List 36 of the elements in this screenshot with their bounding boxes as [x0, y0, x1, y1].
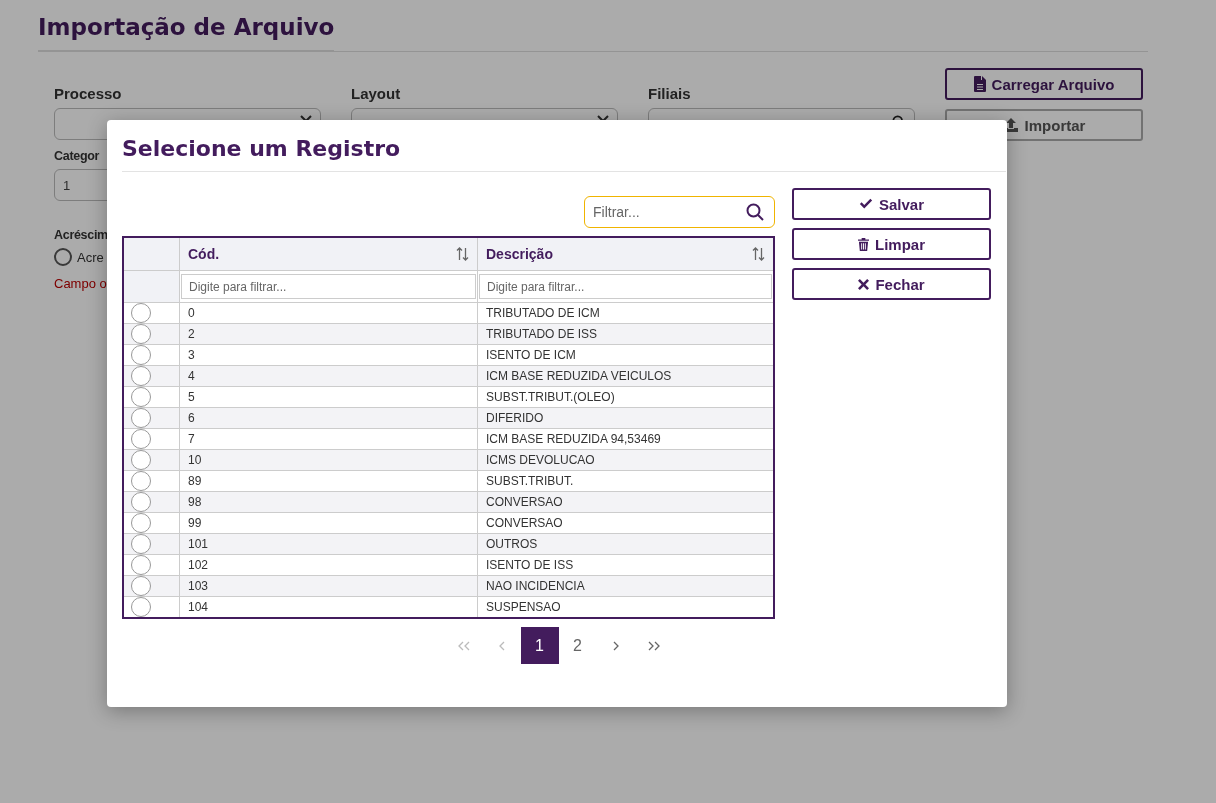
- table-cell: CONVERSAO: [477, 492, 773, 513]
- table-cell: 6: [179, 408, 477, 429]
- table-cell: 101: [179, 534, 477, 555]
- field-label: Filiais: [648, 85, 691, 102]
- column-header[interactable]: Cód.: [188, 246, 220, 262]
- table-cell: 104: [179, 597, 477, 617]
- table-cell: 103: [179, 576, 477, 597]
- table-cell: TRIBUTADO DE ISS: [477, 324, 773, 345]
- filter-field[interactable]: Filtrar...: [584, 196, 775, 228]
- upload-file-button[interactable]: Carregar Arquivo: [945, 68, 1143, 100]
- table-cell: NAO INCIDENCIA: [477, 576, 773, 597]
- field-label: Acréscim: [54, 228, 108, 242]
- table-cell: ICMS DEVOLUCAO: [477, 450, 773, 471]
- page-button[interactable]: 1: [520, 627, 559, 664]
- close-button[interactable]: Fechar: [792, 268, 991, 300]
- page-title: Importação de Arquivo: [38, 10, 335, 51]
- table-cell: 98: [179, 492, 477, 513]
- table-cell: 4: [179, 366, 477, 387]
- column-header[interactable]: Descrição: [486, 246, 553, 262]
- clear-button[interactable]: Limpar: [792, 228, 991, 260]
- field-label: Processo: [54, 85, 122, 102]
- table-cell: 10: [179, 450, 477, 471]
- column-filter-field[interactable]: Digite para filtrar...: [181, 274, 476, 299]
- save-button[interactable]: Salvar: [792, 188, 991, 220]
- table-cell: 2: [179, 324, 477, 345]
- dialog-title: Selecione um Registro: [122, 135, 401, 163]
- page-button[interactable]: 2: [558, 627, 597, 664]
- table-cell: OUTROS: [477, 534, 773, 555]
- error-message: Campo o: [54, 276, 107, 291]
- field-label: Categor: [54, 149, 100, 163]
- field-label: Layout: [351, 85, 401, 102]
- radio-label: Acre: [77, 249, 104, 265]
- table-cell: ICM BASE REDUZIDA VEICULOS: [477, 366, 773, 387]
- table-cell: DIFERIDO: [477, 408, 773, 429]
- column-filter-field[interactable]: Digite para filtrar...: [479, 274, 772, 299]
- table-cell: SUSPENSAO: [477, 597, 773, 617]
